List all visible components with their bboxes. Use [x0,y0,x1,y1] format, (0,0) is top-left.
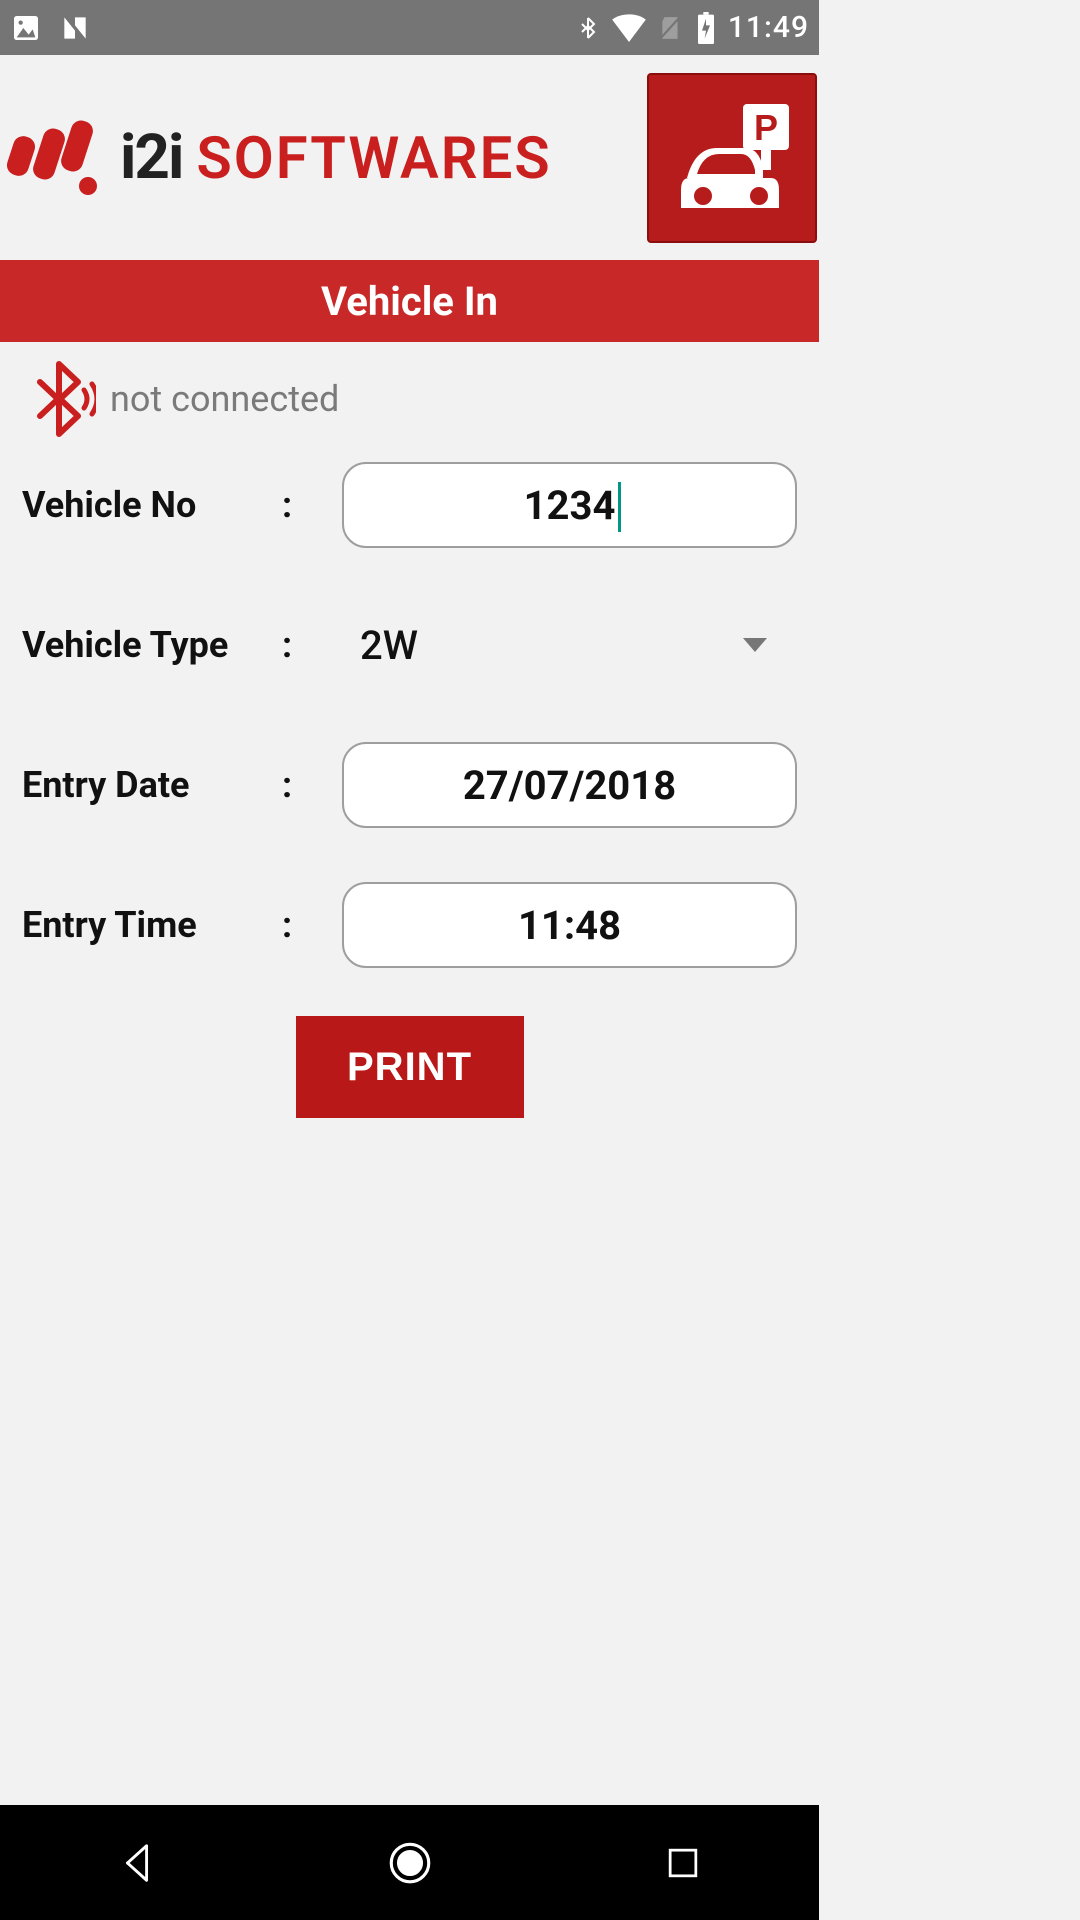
status-time: 11:49 [728,10,809,45]
print-button[interactable]: PRINT [296,1016,524,1118]
bluetooth-status-icon [576,13,600,43]
bluetooth-row: not connected [0,342,819,456]
android-status-bar: 11:49 [0,0,819,55]
row-entry-date: Entry Date : 27/07/2018 [22,742,797,828]
label-entry-date: Entry Date [22,764,282,806]
no-sim-icon [658,13,684,43]
image-app-icon [10,12,42,44]
select-vehicle-type[interactable]: 2W [342,602,797,688]
nav-recent-button[interactable] [653,1833,713,1893]
chevron-down-icon [743,638,767,652]
logo-softwares: SOFTWARES [196,125,551,193]
logo-mark-icon [2,118,102,198]
android-nav-bar [0,1805,819,1920]
label-vehicle-type: Vehicle Type [22,624,282,666]
logo-i2i: i2i [120,121,182,194]
text-cursor [618,482,621,532]
svg-text:P: P [754,107,778,148]
label-vehicle-no: Vehicle No [22,484,282,526]
n-app-icon [58,12,92,44]
page-title: Vehicle In [0,260,819,342]
logo-wrap: i2i SOFTWARES [2,118,552,198]
bluetooth-status-text: not connected [110,378,339,420]
label-entry-time: Entry Time [22,904,282,946]
parking-badge-icon: P [647,73,817,243]
row-entry-time: Entry Time : 11:48 [22,882,797,968]
input-vehicle-no[interactable]: 1234 [342,462,797,548]
vehicle-in-form: Vehicle No : 1234 Vehicle Type : 2W Entr… [0,456,819,1118]
row-vehicle-no: Vehicle No : 1234 [22,462,797,548]
wifi-icon [612,14,646,42]
nav-home-button[interactable] [380,1833,440,1893]
battery-charging-icon [696,12,716,44]
input-entry-date[interactable]: 27/07/2018 [342,742,797,828]
input-entry-time[interactable]: 11:48 [342,882,797,968]
bluetooth-audio-icon [22,360,96,438]
logo-text: i2i SOFTWARES [120,121,552,194]
app-header: i2i SOFTWARES P [0,55,819,260]
nav-back-button[interactable] [107,1833,167,1893]
row-vehicle-type: Vehicle Type : 2W [22,602,797,688]
